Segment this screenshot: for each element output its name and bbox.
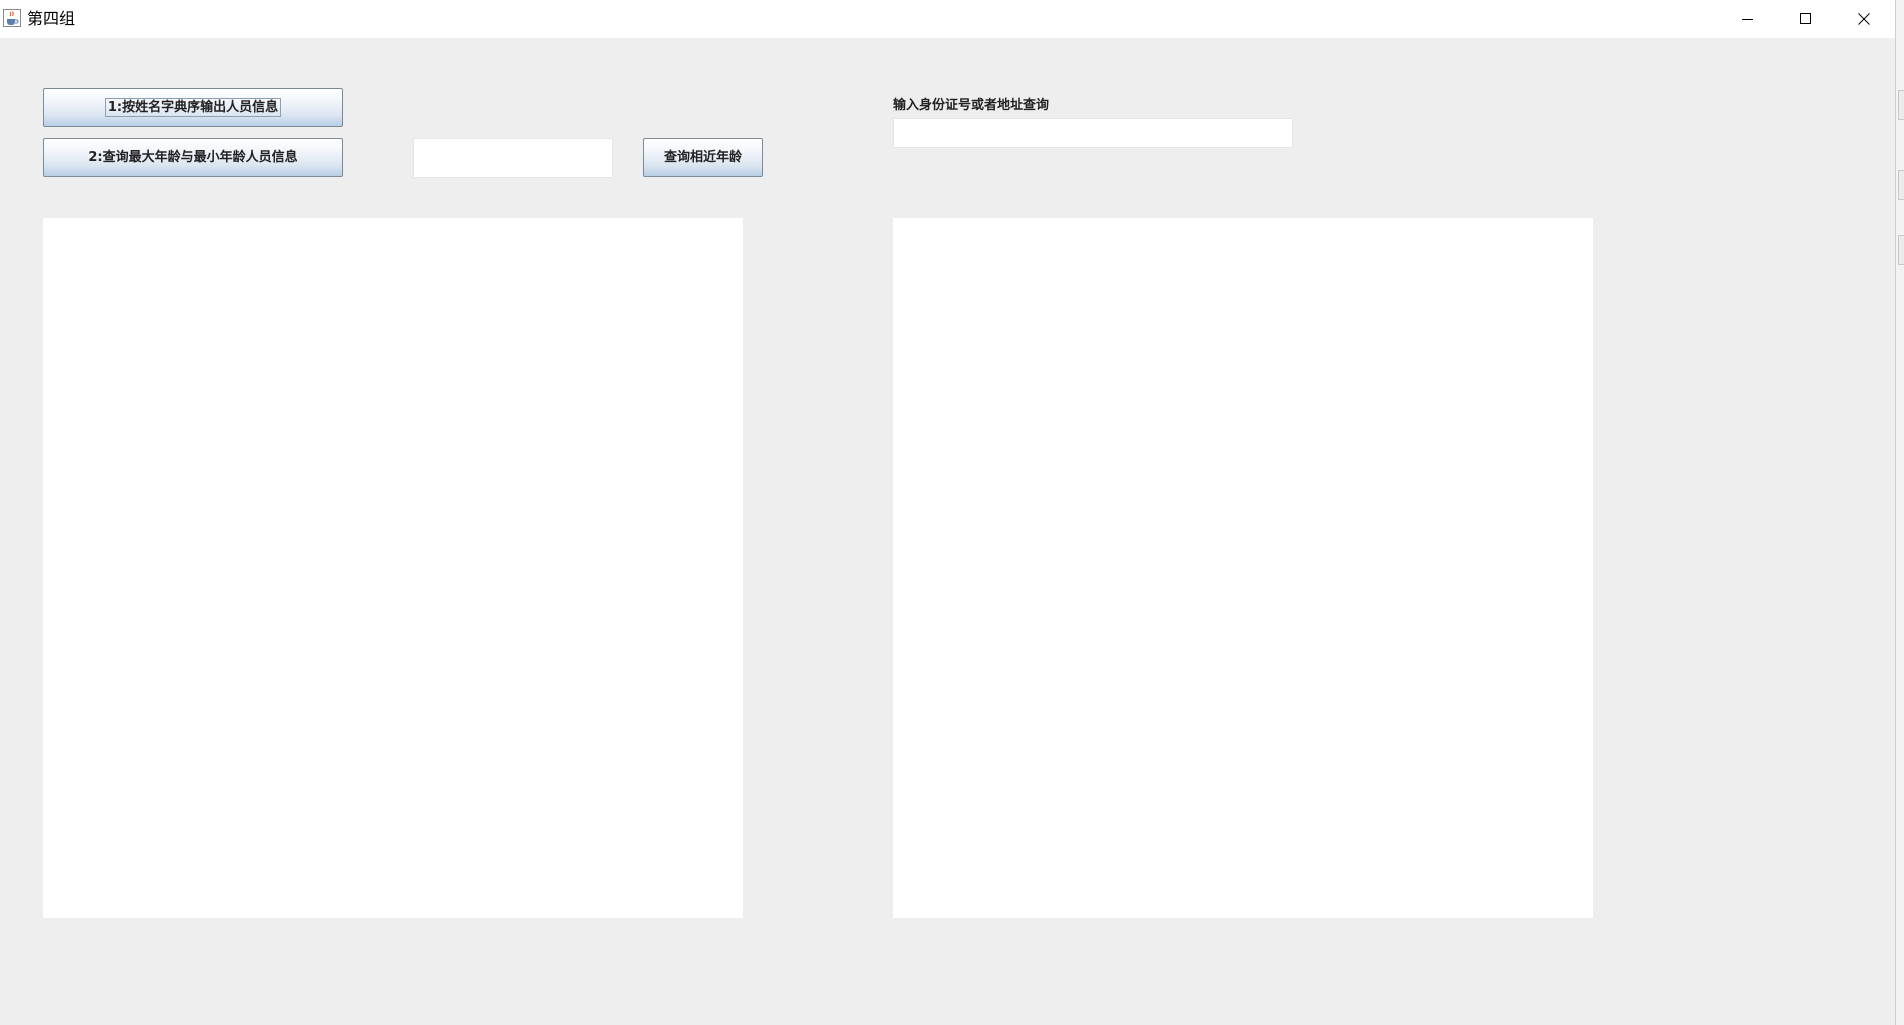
id-address-query-input[interactable] (893, 118, 1293, 148)
minimize-icon (1742, 19, 1753, 20)
content-pane: 1:按姓名字典序输出人员信息 2:查询最大年龄与最小年龄人员信息 查询相近年龄 … (0, 38, 1895, 1025)
max-min-age-button[interactable]: 2:查询最大年龄与最小年龄人员信息 (43, 138, 343, 177)
window-right-edge (1895, 0, 1904, 1025)
close-button[interactable] (1835, 0, 1893, 38)
title-bar[interactable]: 第四组 (0, 0, 1895, 38)
application-window: 第四组 1:按姓名字典序输出人员信息 2:查询最大年龄与最小年龄人员信息 查询相… (0, 0, 1904, 1025)
maximize-button[interactable] (1777, 0, 1835, 38)
minimize-button[interactable] (1719, 0, 1777, 38)
edge-tick (1898, 235, 1904, 265)
similar-age-label: 查询相近年龄 (663, 150, 742, 165)
edge-tick (1898, 170, 1904, 200)
similar-age-button[interactable]: 查询相近年龄 (643, 138, 763, 177)
id-address-query-label: 输入身份证号或者地址查询 (893, 98, 1050, 113)
close-icon (1858, 13, 1870, 25)
age-input[interactable] (413, 138, 613, 178)
right-output-textarea[interactable] (893, 218, 1593, 918)
sort-by-name-button[interactable]: 1:按姓名字典序输出人员信息 (43, 88, 343, 127)
edge-tick (1898, 90, 1904, 120)
window-title: 第四组 (27, 9, 76, 28)
left-output-textarea[interactable] (43, 218, 743, 918)
sort-by-name-label: 1:按姓名字典序输出人员信息 (104, 98, 282, 117)
java-cup-icon (3, 9, 21, 27)
max-min-age-label: 2:查询最大年龄与最小年龄人员信息 (88, 150, 298, 165)
maximize-icon (1800, 13, 1811, 24)
